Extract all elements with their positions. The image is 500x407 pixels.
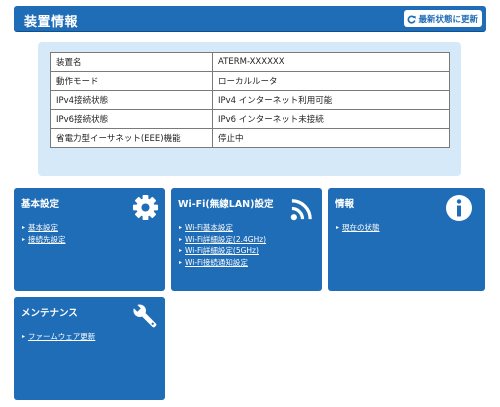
refresh-button-label: 最新状態に更新 bbox=[418, 14, 478, 25]
info-key: 省電力型イーサネット(EEE)機能 bbox=[50, 128, 213, 148]
list-item[interactable]: ▸ 基本設定 bbox=[22, 222, 66, 234]
table-row: 省電力型イーサネット(EEE)機能 停止中 bbox=[50, 128, 450, 148]
link-current-status[interactable]: 現在の状態 bbox=[342, 223, 380, 232]
list-item[interactable]: ▸ Wi-Fi基本設定 bbox=[179, 222, 266, 234]
page-title: 装置情報 bbox=[24, 15, 79, 30]
page-header: 装置情報 最新状態に更新 bbox=[14, 6, 486, 31]
card-title: メンテナンス bbox=[21, 308, 78, 319]
link-basic-settings[interactable]: 基本設定 bbox=[28, 223, 58, 232]
link-connection-settings[interactable]: 接続先設定 bbox=[28, 235, 66, 244]
list-item[interactable]: ▸ ファームウェア更新 bbox=[22, 331, 95, 343]
link-firmware-update[interactable]: ファームウェア更新 bbox=[28, 332, 95, 341]
link-wifi-connection-notify[interactable]: Wi-Fi接続通知設定 bbox=[185, 258, 248, 267]
card-title: 情報 bbox=[335, 199, 355, 210]
info-value: IPv6 インターネット未接続 bbox=[212, 109, 450, 129]
info-icon bbox=[445, 194, 473, 226]
info-value: ATERM-XXXXXX bbox=[212, 52, 450, 72]
wifi-icon bbox=[290, 196, 315, 225]
wifi-settings-card: Wi-Fi(無線LAN)設定 ▸ Wi-Fi基本設定 ▸ Wi-Fi詳細設定(2.4… bbox=[171, 188, 322, 291]
info-card: 情報 ▸ 現在の状態 bbox=[328, 188, 485, 291]
table-row: IPv6接続状態 IPv6 インターネット未接続 bbox=[50, 109, 450, 129]
table-row: IPv4接続状態 IPv4 インターネット利用可能 bbox=[50, 90, 450, 110]
wrench-icon bbox=[131, 302, 159, 334]
card-title: 基本設定 bbox=[21, 199, 60, 210]
maintenance-card: メンテナンス ▸ ファームウェア更新 bbox=[14, 297, 165, 400]
basic-settings-card: 基本設定 ▸ 基本設定 ▸ 接続先設定 bbox=[14, 188, 165, 291]
list-item[interactable]: ▸ Wi-Fi詳細設定(2.4GHz) bbox=[179, 234, 266, 246]
list-item[interactable]: ▸ 現在の状態 bbox=[336, 222, 380, 234]
link-wifi-basic[interactable]: Wi-Fi基本設定 bbox=[185, 223, 233, 232]
gear-icon bbox=[132, 194, 159, 225]
refresh-button[interactable]: 最新状態に更新 bbox=[404, 10, 482, 27]
list-item[interactable]: ▸ Wi-Fi接続通知設定 bbox=[179, 257, 266, 269]
card-title: Wi-Fi(無線LAN)設定 bbox=[178, 199, 274, 210]
info-key: 装置名 bbox=[50, 52, 213, 72]
device-info-table: 装置名 ATERM-XXXXXX 動作モード ローカルルータ IPv4接続状態 … bbox=[50, 52, 450, 148]
list-item[interactable]: ▸ 接続先設定 bbox=[22, 234, 66, 246]
refresh-icon bbox=[407, 9, 417, 28]
device-info-panel: 装置名 ATERM-XXXXXX 動作モード ローカルルータ IPv4接続状態 … bbox=[38, 42, 461, 176]
table-row: 装置名 ATERM-XXXXXX bbox=[50, 52, 450, 72]
link-wifi-detail-5ghz[interactable]: Wi-Fi詳細設定(5GHz) bbox=[185, 246, 259, 255]
info-value: ローカルルータ bbox=[212, 71, 450, 91]
table-row: 動作モード ローカルルータ bbox=[50, 71, 450, 91]
info-value: 停止中 bbox=[212, 128, 450, 148]
info-key: IPv6接続状態 bbox=[50, 109, 213, 129]
info-key: IPv4接続状態 bbox=[50, 90, 213, 110]
list-item[interactable]: ▸ Wi-Fi詳細設定(5GHz) bbox=[179, 245, 266, 257]
link-wifi-detail-24ghz[interactable]: Wi-Fi詳細設定(2.4GHz) bbox=[185, 235, 266, 244]
info-key: 動作モード bbox=[50, 71, 213, 91]
info-value: IPv4 インターネット利用可能 bbox=[212, 90, 450, 110]
